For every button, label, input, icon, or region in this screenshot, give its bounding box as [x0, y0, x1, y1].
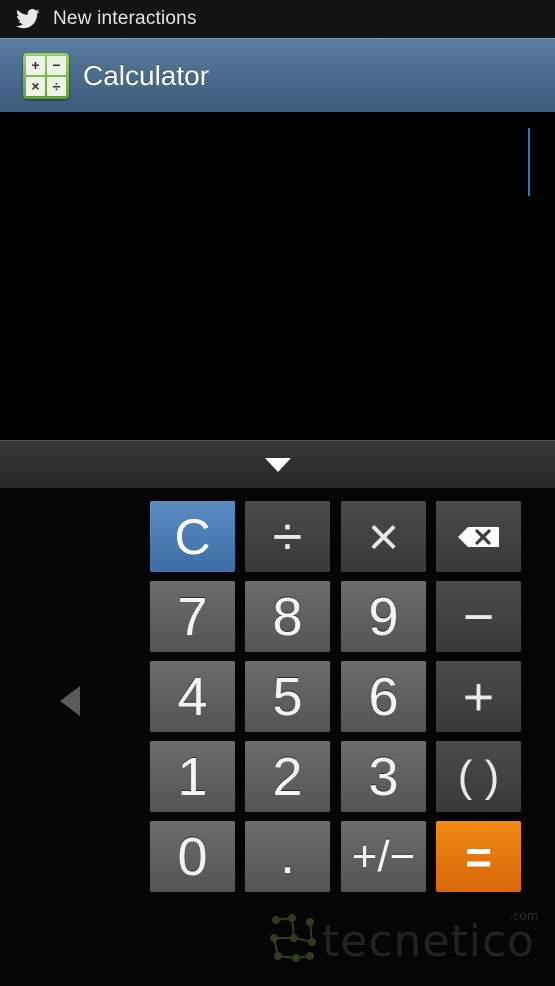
tecnetico-watermark: tecnetico .com: [266, 909, 539, 967]
calculator-app-icon: + − × ÷: [23, 52, 69, 99]
equals-button[interactable]: =: [436, 821, 521, 892]
backspace-button[interactable]: [436, 501, 521, 572]
app-title-bar: + − × ÷ Calculator: [0, 38, 555, 112]
calculator-display[interactable]: [0, 112, 555, 440]
digit-7-button[interactable]: 7: [150, 581, 235, 652]
clear-button[interactable]: C: [150, 501, 235, 572]
digit-8-button[interactable]: 8: [245, 581, 330, 652]
minus-symbol: −: [47, 55, 66, 75]
plus-minus-button[interactable]: +/−: [341, 821, 426, 892]
status-bar: New interactions: [0, 0, 555, 38]
app-title: Calculator: [83, 59, 210, 91]
digit-4-button[interactable]: 4: [150, 661, 235, 732]
keypad-collapse-handle[interactable]: [0, 440, 555, 488]
digit-3-button[interactable]: 3: [341, 741, 426, 812]
digit-5-button[interactable]: 5: [245, 661, 330, 732]
digit-2-button[interactable]: 2: [245, 741, 330, 812]
divide-button[interactable]: ÷: [245, 501, 330, 572]
calculator-screen: New interactions + − × ÷ Calculator C ÷ …: [0, 0, 555, 986]
digit-6-button[interactable]: 6: [341, 661, 426, 732]
digit-0-button[interactable]: 0: [150, 821, 235, 892]
chevron-down-icon: [264, 457, 291, 472]
circuit-logo-icon: [270, 914, 316, 962]
plus-button[interactable]: +: [436, 661, 521, 732]
twitter-bird-icon: [16, 8, 42, 30]
digit-9-button[interactable]: 9: [341, 581, 426, 652]
backspace-icon: [457, 526, 499, 547]
triangle-left-icon[interactable]: [58, 685, 82, 717]
multiply-button[interactable]: ×: [341, 501, 426, 572]
watermark-text: tecnetico: [322, 916, 536, 967]
decimal-button[interactable]: .: [245, 821, 330, 892]
parentheses-button[interactable]: ( ): [436, 741, 521, 812]
multiply-symbol: ×: [26, 76, 45, 96]
divide-symbol: ÷: [47, 76, 66, 96]
minus-button[interactable]: −: [436, 581, 521, 652]
digit-1-button[interactable]: 1: [150, 741, 235, 812]
plus-symbol: +: [26, 55, 45, 75]
watermark-suffix: .com: [509, 909, 539, 923]
text-cursor: [528, 128, 530, 196]
notification-text[interactable]: New interactions: [53, 8, 197, 30]
